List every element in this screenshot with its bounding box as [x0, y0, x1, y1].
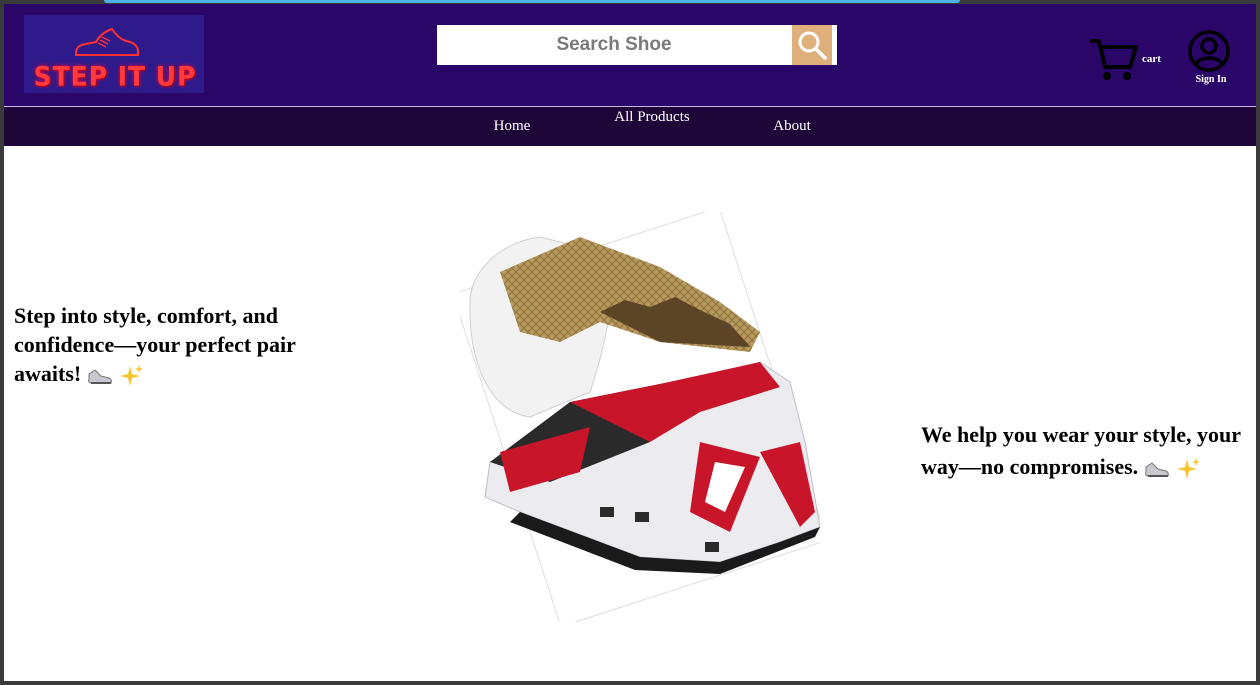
search-button[interactable]: [792, 25, 832, 65]
sign-in-label: Sign In: [1195, 74, 1227, 85]
sparkles-emoji-icon: [1177, 457, 1201, 479]
browser-accent-bar: [104, 0, 960, 3]
logo-text: STEP IT UP: [33, 61, 197, 92]
nav-about[interactable]: About: [762, 117, 822, 135]
search-input[interactable]: [437, 25, 791, 65]
shoe-emoji-icon: [87, 369, 112, 384]
shoe-emoji-icon: [1144, 462, 1169, 477]
hero-right-tagline: We help you wear your style, your way—no…: [921, 419, 1256, 483]
sparkles-emoji-icon: [120, 364, 144, 386]
nav-all-products[interactable]: All Products: [612, 108, 692, 126]
logo[interactable]: STEP IT UP: [24, 15, 204, 93]
cart-icon: [1090, 39, 1138, 80]
user-icon: [1188, 30, 1230, 72]
nav-home[interactable]: Home: [482, 117, 542, 135]
hero-left-text: Step into style, comfort, and confidence…: [14, 303, 296, 386]
site-header: STEP IT UP cart: [4, 4, 1256, 106]
search-icon: [798, 31, 827, 60]
sign-in-button[interactable]: Sign In: [1186, 28, 1240, 92]
search-box: [437, 25, 837, 65]
cart-button[interactable]: cart: [1090, 37, 1162, 87]
nav-bar: Home All Products About: [4, 107, 1256, 146]
hero-left-tagline: Step into style, comfort, and confidence…: [14, 301, 334, 388]
page: STEP IT UP cart: [4, 4, 1256, 681]
cart-label: cart: [1142, 53, 1161, 65]
hero-shoe-image: [460, 212, 820, 622]
shoe-logo-icon: [75, 27, 139, 56]
